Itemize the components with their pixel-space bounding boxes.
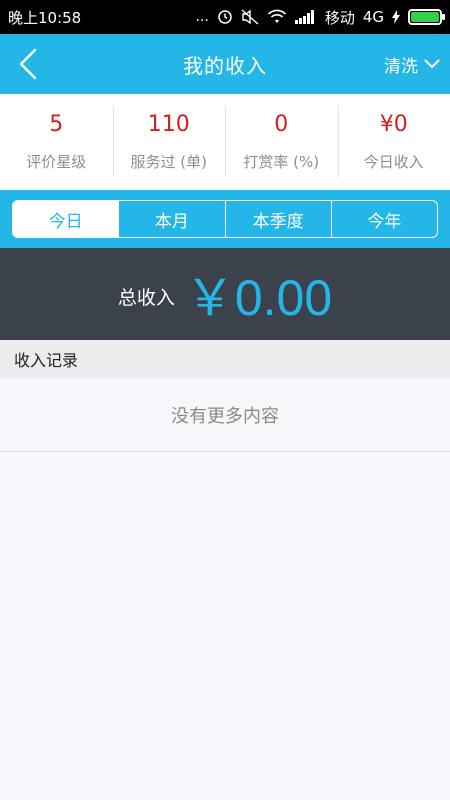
wifi-icon (267, 9, 287, 25)
period-tabs-bar: 今日 本月 本季度 今年 (0, 190, 450, 248)
income-records-header: 收入记录 (0, 340, 450, 378)
stat-label: 评价星级 (26, 153, 87, 171)
tab-quarter[interactable]: 本季度 (224, 201, 331, 237)
stat-rating: 5 评价星级 (0, 94, 113, 190)
chevron-down-icon (424, 59, 440, 68)
category-label: 清洗 (384, 56, 418, 77)
stat-value: 0 (274, 112, 289, 137)
stat-value: 5 (49, 112, 64, 137)
battery-icon (408, 9, 445, 25)
alarm-icon (217, 9, 233, 25)
tab-today[interactable]: 今日 (13, 201, 119, 237)
stat-orders: 110 服务过 (单) (112, 94, 226, 190)
tab-year[interactable]: 今年 (330, 201, 437, 237)
more-dots: ... (195, 9, 209, 25)
signal-icon (294, 10, 317, 24)
total-income-label: 总收入 (117, 286, 175, 309)
back-button[interactable] (10, 46, 46, 82)
charging-icon (392, 10, 400, 24)
total-income-amount: ￥0.00 (184, 270, 333, 326)
network-label: 4G (362, 8, 384, 26)
carrier-label: 移动 (324, 8, 355, 27)
status-time: 晚上10:58 (8, 8, 82, 27)
stat-value: 110 (147, 112, 190, 137)
battery-fill (411, 12, 439, 22)
status-bar: 晚上10:58 ... 移动 4G (0, 0, 450, 34)
stat-tip-rate: 0 打赏率 (%) (225, 94, 338, 190)
tab-month[interactable]: 本月 (118, 201, 224, 237)
stat-label: 服务过 (单) (130, 153, 207, 171)
app-header: 我的收入 清洗 (0, 34, 450, 94)
status-indicators: ... 移动 4G (195, 7, 445, 28)
stat-label: 今日收入 (363, 153, 424, 171)
empty-state: 没有更多内容 (0, 378, 450, 452)
page-title: 我的收入 (183, 53, 267, 78)
category-dropdown[interactable]: 清洗 (384, 48, 440, 80)
mute-icon (241, 9, 259, 25)
stat-value: ¥0 (379, 112, 408, 137)
stats-panel: 5 评价星级 110 服务过 (单) 0 打赏率 (%) ¥0 今日收入 (0, 94, 450, 190)
period-tabs: 今日 本月 本季度 今年 (12, 200, 438, 238)
chevron-left-icon (19, 48, 37, 80)
total-income-panel: 总收入 ￥0.00 (0, 248, 450, 340)
stat-today-income: ¥0 今日收入 (337, 94, 450, 190)
stat-label: 打赏率 (%) (243, 153, 320, 171)
